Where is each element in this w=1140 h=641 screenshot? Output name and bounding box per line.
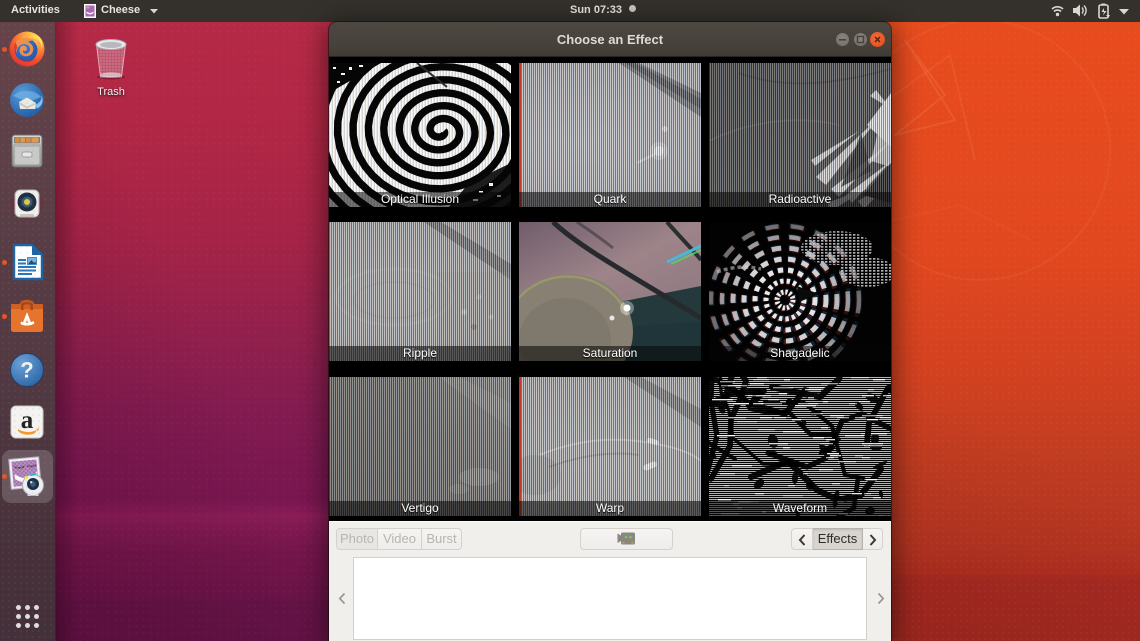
svg-text:?: ? — [20, 358, 33, 383]
svg-text:a: a — [21, 407, 34, 434]
